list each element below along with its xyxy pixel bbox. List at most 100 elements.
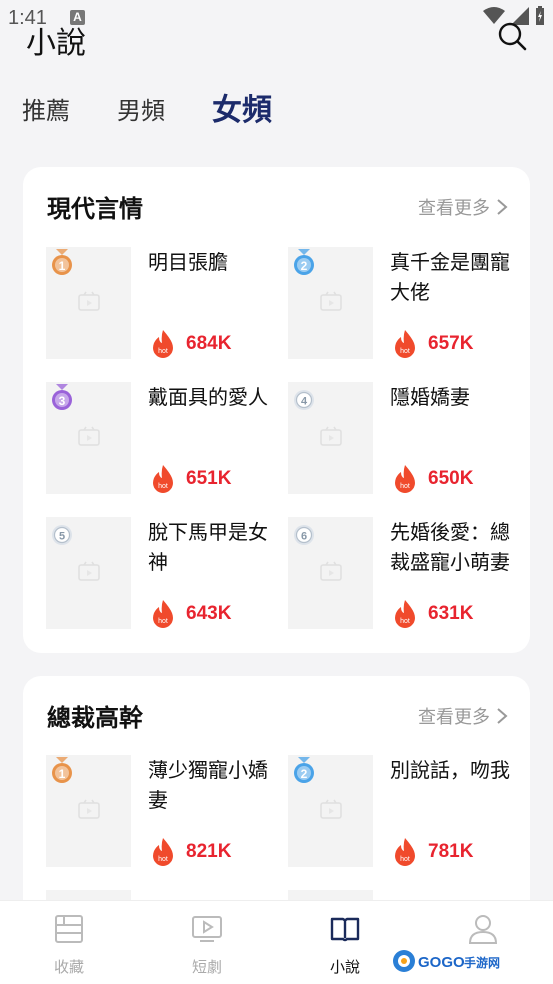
book-title: 戴面具的愛人: [148, 385, 268, 409]
book-item[interactable]: 2 別說話，吻我 hot 781K: [288, 755, 524, 867]
image-placeholder-icon: [78, 561, 100, 581]
image-placeholder-icon: [320, 426, 342, 446]
svg-text:5: 5: [59, 531, 65, 543]
tab-male[interactable]: 男頻: [117, 88, 165, 134]
hot-flame-icon: hot: [395, 330, 415, 358]
svg-text:6: 6: [301, 531, 307, 543]
heat-indicator: hot 684K: [150, 329, 231, 359]
heat-indicator: hot 781K: [392, 837, 473, 867]
heat-value: 643K: [186, 603, 232, 624]
book-item[interactable]: 4 隱婚嬌妻 hot 650K: [288, 382, 524, 494]
hot-label: hot: [400, 348, 410, 355]
svg-text:GOGO: GOGO: [418, 954, 465, 971]
rank-medal-icon: 3: [52, 384, 72, 410]
tab-recommend[interactable]: 推薦: [22, 88, 70, 134]
hot-label: hot: [158, 618, 168, 625]
book-item[interactable]: 5 脫下馬甲是女神 hot 643K: [46, 517, 282, 629]
heat-value: 631K: [428, 603, 474, 624]
chevron-right-icon: [497, 708, 508, 724]
svg-text:手游网: 手游网: [464, 955, 500, 970]
image-placeholder-icon: [320, 561, 342, 581]
search-button[interactable]: [496, 20, 528, 52]
svg-text:4: 4: [301, 396, 308, 408]
image-placeholder-icon: [78, 291, 100, 311]
hot-flame-icon: hot: [153, 838, 173, 866]
rank-circle-icon: 6: [294, 525, 314, 545]
nav-label: 收藏: [53, 958, 84, 976]
image-placeholder-icon: [320, 291, 342, 311]
hot-flame-icon: hot: [395, 600, 415, 628]
image-placeholder-icon: [78, 799, 100, 819]
nav-favorites[interactable]: 收藏: [19, 901, 119, 984]
heat-indicator: hot 643K: [150, 599, 231, 629]
profile-icon: [468, 915, 498, 944]
section-title: 總裁高幹: [47, 704, 143, 732]
heat-value: 651K: [186, 468, 232, 489]
heat-indicator: hot 651K: [150, 464, 231, 494]
book-item-partial: [288, 890, 524, 900]
view-more-link[interactable]: 查看更多: [418, 194, 508, 220]
hot-label: hot: [400, 856, 410, 863]
svg-text:3: 3: [59, 394, 66, 408]
hot-label: hot: [158, 856, 168, 863]
svg-text:2: 2: [301, 767, 308, 781]
open-book-icon: [330, 917, 360, 942]
hot-label: hot: [158, 483, 168, 490]
heat-value: 650K: [428, 468, 474, 489]
book-cover: [46, 890, 131, 900]
view-more-label: 查看更多: [418, 198, 490, 219]
hot-label: hot: [400, 483, 410, 490]
hot-flame-icon: hot: [153, 600, 173, 628]
heat-indicator: hot 821K: [150, 837, 231, 867]
nav-label: 小說: [329, 958, 360, 976]
book-item[interactable]: 1 明目張膽 hot 684K: [46, 247, 282, 359]
rank-medal-icon: 1: [52, 249, 72, 275]
nav-novel[interactable]: 小說: [295, 901, 395, 984]
watermark-logo: GOGO 手游网: [393, 950, 500, 972]
nav-label: 短劇: [191, 958, 222, 976]
bookshelf-icon: [55, 915, 83, 943]
book-item[interactable]: 1 薄少獨寵小嬌妻 hot 821K: [46, 755, 282, 867]
book-item[interactable]: 3 戴面具的愛人 hot 651K: [46, 382, 282, 494]
svg-text:1: 1: [59, 259, 66, 273]
svg-text:1: 1: [59, 767, 66, 781]
book-item-partial: [46, 890, 282, 900]
hot-flame-icon: hot: [153, 465, 173, 493]
book-title: 薄少獨寵小嬌妻: [148, 758, 268, 812]
rank-medal-icon: 2: [294, 249, 314, 275]
book-title: 別說話，吻我: [390, 758, 510, 782]
hot-flame-icon: hot: [153, 330, 173, 358]
heat-value: 684K: [186, 333, 232, 354]
tv-play-icon: [192, 916, 222, 942]
chevron-right-icon: [497, 199, 508, 215]
rank-medal-icon: 2: [294, 757, 314, 783]
heat-indicator: hot 657K: [392, 329, 473, 359]
book-title: 隱婚嬌妻: [390, 385, 470, 409]
rank-medal-icon: 1: [52, 757, 72, 783]
nav-short-drama[interactable]: 短劇: [157, 901, 257, 984]
book-title: 明目張膽: [148, 250, 228, 274]
page-title: 小說: [26, 26, 86, 61]
image-placeholder-icon: [78, 426, 100, 446]
rank-circle-icon: 4: [294, 390, 314, 410]
battery-icon: [536, 6, 544, 25]
hot-label: hot: [400, 618, 410, 625]
heat-indicator: hot 631K: [392, 599, 473, 629]
book-title: 先婚後愛：總裁盛寵小萌妻: [390, 520, 510, 574]
hot-flame-icon: hot: [395, 465, 415, 493]
search-icon: [498, 22, 527, 51]
heat-value: 657K: [428, 333, 474, 354]
section-card: 現代言情 查看更多 1 明目張膽 hot 684K 2 真千金是團寵大佬 hot 657K …: [23, 167, 530, 653]
book-title: 真千金是團寵大佬: [390, 250, 510, 304]
book-title: 脫下馬甲是女神: [148, 520, 268, 574]
view-more-label: 查看更多: [418, 707, 490, 728]
hot-flame-icon: hot: [395, 838, 415, 866]
view-more-link[interactable]: 查看更多: [418, 703, 508, 729]
book-cover: [288, 890, 373, 900]
section-title: 現代言情: [47, 195, 143, 223]
book-item[interactable]: 6 先婚後愛：總裁盛寵小萌妻 hot 631K: [288, 517, 524, 629]
tab-female[interactable]: 女頻: [212, 88, 272, 134]
image-placeholder-icon: [320, 799, 342, 819]
heat-value: 781K: [428, 841, 474, 862]
book-item[interactable]: 2 真千金是團寵大佬 hot 657K: [288, 247, 524, 359]
